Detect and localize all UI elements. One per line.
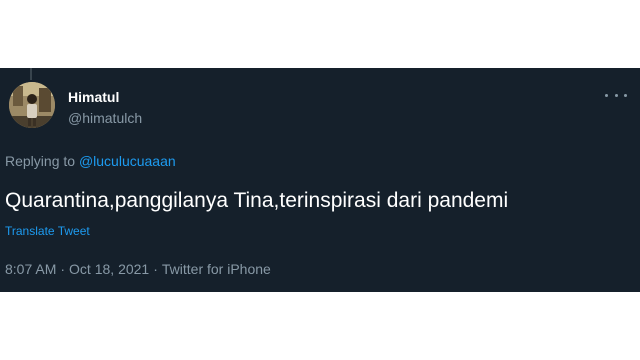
username[interactable]: @himatulch: [68, 110, 142, 127]
display-name[interactable]: Himatul: [68, 89, 119, 106]
more-dot: [614, 93, 618, 97]
translate-tweet-link[interactable]: Translate Tweet: [5, 224, 90, 239]
tweet-date[interactable]: Oct 18, 2021: [69, 261, 149, 277]
tweet-text: Quarantina,panggilanya Tina,terinspirasi…: [5, 189, 509, 212]
replying-to-prefix: Replying to: [5, 153, 79, 169]
more-dot: [605, 93, 608, 97]
more-options-icon[interactable]: [604, 88, 628, 102]
more-dot: [624, 93, 627, 97]
meta-separator: ·: [153, 261, 158, 277]
avatar[interactable]: [9, 82, 55, 128]
replying-to-mention[interactable]: @luculucuaaan: [79, 153, 176, 169]
meta-separator: ·: [60, 261, 66, 277]
thread-connector-line: [30, 68, 32, 80]
tweet-card: Himatul @himatulch Replying to @luculucu…: [0, 68, 640, 292]
avatar-image: [9, 82, 55, 128]
tweet-meta: 8:07 AM · Oct 18, 2021 · Twitter for iPhone: [5, 261, 271, 278]
tweet-time[interactable]: 8:07 AM: [5, 261, 56, 277]
tweet-source[interactable]: Twitter for iPhone: [162, 261, 271, 277]
replying-to-line: Replying to @luculucuaaan: [5, 153, 176, 170]
